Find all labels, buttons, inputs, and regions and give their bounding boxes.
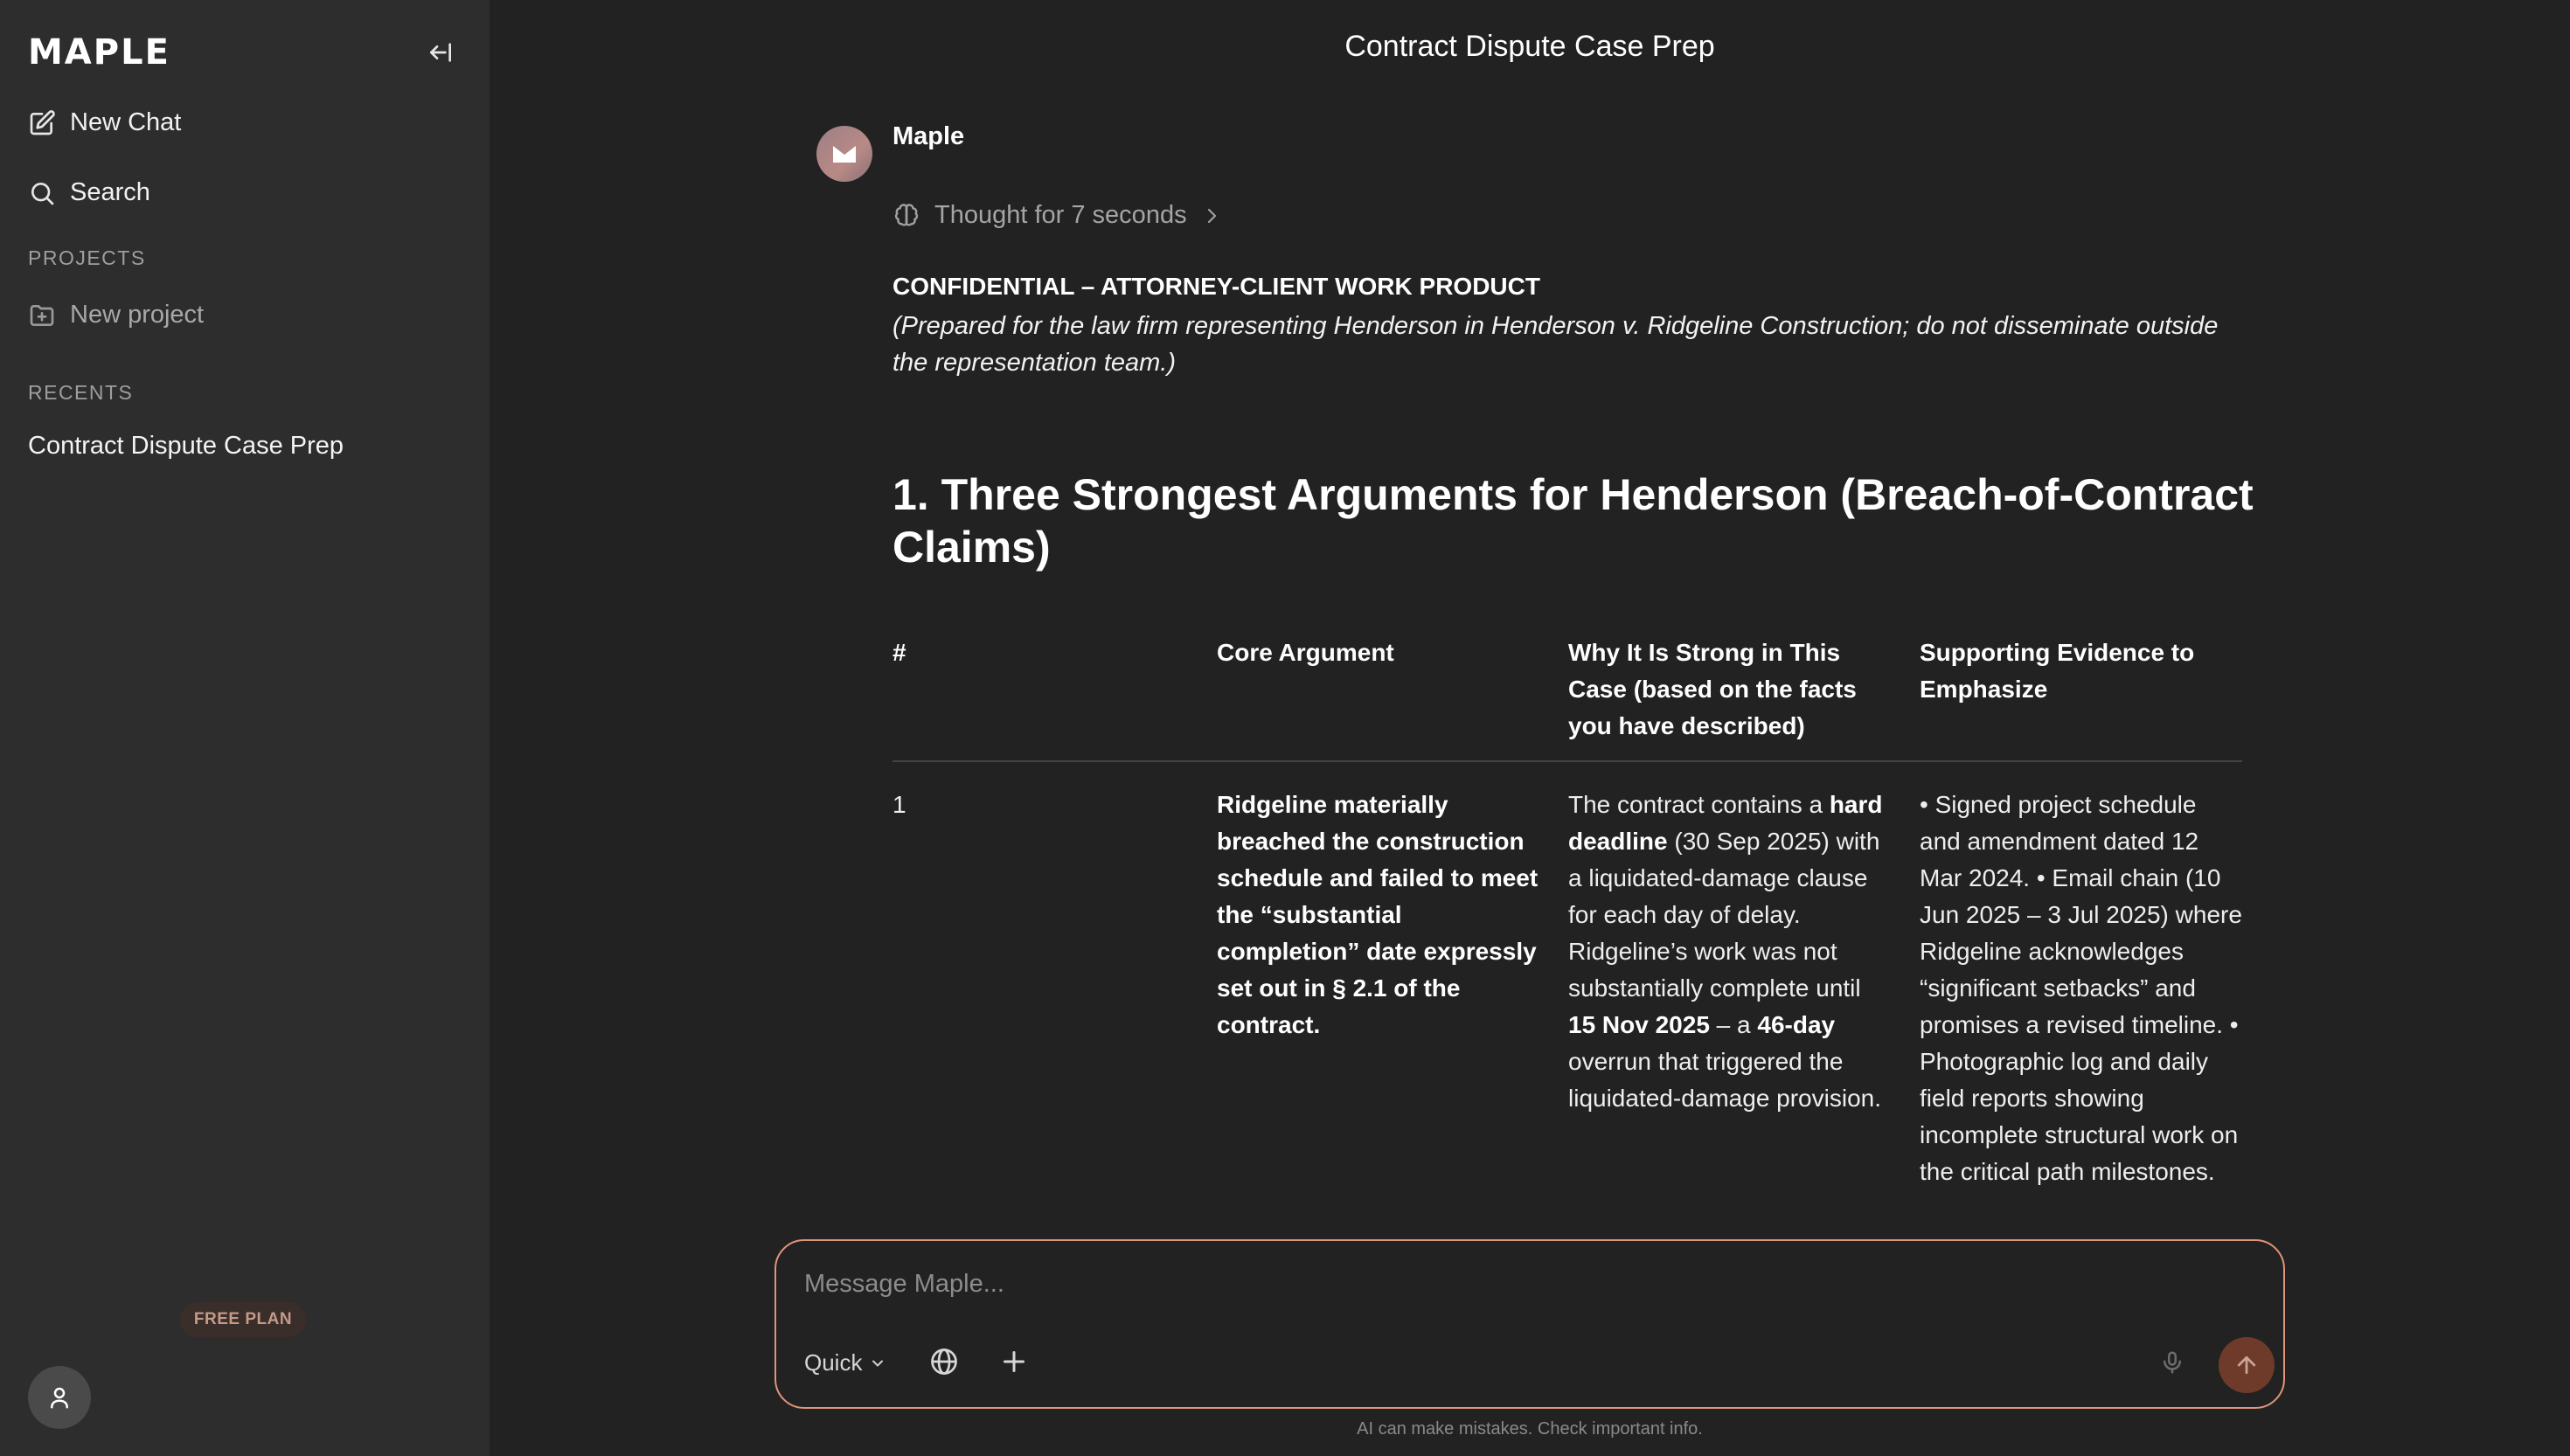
chat-main: Contract Dispute Case Prep Maple Thought…	[490, 0, 2570, 1456]
table-cell-why: The contract contains a hard deadline (3…	[1568, 787, 1920, 1190]
microphone-icon	[2164, 1351, 2181, 1374]
search-button[interactable]: Search	[28, 178, 150, 207]
table-cell-argument: Ridgeline materially breached the constr…	[1217, 791, 1539, 1038]
assistant-avatar	[816, 126, 872, 182]
voice-input-button[interactable]	[2159, 1349, 2185, 1380]
recents-section-label: RECENTS	[28, 381, 134, 404]
new-project-label: New project	[70, 301, 205, 329]
new-chat-button[interactable]: New Chat	[28, 108, 181, 137]
maple-logo-icon	[833, 146, 856, 163]
table-header-cell: Supporting Evidence to Emphasize	[1920, 639, 2195, 703]
confidential-note: (Prepared for the law firm representing …	[893, 312, 2219, 377]
why-text: overrun that triggered the liquidated-da…	[1568, 1048, 1881, 1112]
why-text: – a	[1709, 1011, 1758, 1038]
table-header-cell: Why It Is Strong in This Case (based on …	[1568, 639, 1857, 739]
attach-button[interactable]	[998, 1346, 1030, 1382]
sidebar: MAPLE New Chat Search PROJECTS New proje…	[0, 0, 490, 1456]
new-chat-label: New Chat	[70, 108, 182, 136]
arguments-table: # Core Argument Why It Is Strong in This…	[893, 634, 2242, 1243]
projects-section-label: PROJECTS	[28, 246, 146, 269]
app-logo[interactable]: MAPLE	[28, 35, 170, 70]
brain-icon	[894, 203, 919, 226]
collapse-sidebar-icon	[430, 43, 451, 62]
user-account-button[interactable]	[28, 1366, 91, 1429]
folder-plus-icon	[30, 304, 54, 326]
table-row: 1 Ridgeline materially breached the cons…	[893, 762, 2242, 1190]
table-cell-number: 1	[893, 791, 906, 818]
plan-badge[interactable]: FREE PLAN	[180, 1302, 306, 1337]
collapse-sidebar-button[interactable]	[425, 37, 456, 68]
message-input[interactable]	[802, 1262, 2201, 1306]
chat-title: Contract Dispute Case Prep	[1344, 30, 1715, 63]
send-button[interactable]	[2219, 1337, 2275, 1393]
user-icon	[51, 1387, 68, 1409]
chevron-right-icon	[1207, 208, 1216, 223]
table-header-row: # Core Argument Why It Is Strong in This…	[893, 634, 2242, 762]
new-project-button[interactable]: New project	[28, 301, 204, 329]
recent-chat-item[interactable]: Contract Dispute Case Prep	[28, 432, 344, 461]
chevron-down-icon	[872, 1360, 884, 1366]
disclaimer-text: AI can make mistakes. Check important in…	[1357, 1419, 1703, 1439]
globe-icon	[931, 1349, 957, 1375]
table-header-cell: #	[893, 639, 906, 666]
table-cell-evidence: • Signed project schedule and amendment …	[1920, 791, 2242, 1185]
mode-label: Quick	[804, 1349, 863, 1376]
confidential-title: CONFIDENTIAL – ATTORNEY-CLIENT WORK PROD…	[893, 273, 1540, 300]
search-label: Search	[70, 178, 150, 206]
why-text-bold: 46-day	[1757, 1011, 1836, 1038]
arrow-up-icon	[2237, 1355, 2256, 1375]
thought-toggle[interactable]: Thought for 7 seconds	[893, 201, 1222, 230]
edit-icon	[30, 109, 55, 135]
search-icon	[31, 182, 54, 205]
mode-selector[interactable]: Quick	[804, 1349, 886, 1376]
message-composer: Quick	[774, 1239, 2285, 1409]
thought-label: Thought for 7 seconds	[934, 201, 1187, 229]
why-text-bold: 15 Nov 2025	[1568, 1011, 1710, 1038]
why-text: The contract contains a	[1568, 791, 1830, 818]
web-search-button[interactable]	[928, 1346, 960, 1382]
section-heading: 1. Three Strongest Arguments for Henders…	[893, 470, 2254, 572]
plus-icon	[1004, 1351, 1025, 1372]
table-header-cell: Core Argument	[1217, 639, 1394, 666]
message-sender: Maple	[893, 122, 965, 150]
